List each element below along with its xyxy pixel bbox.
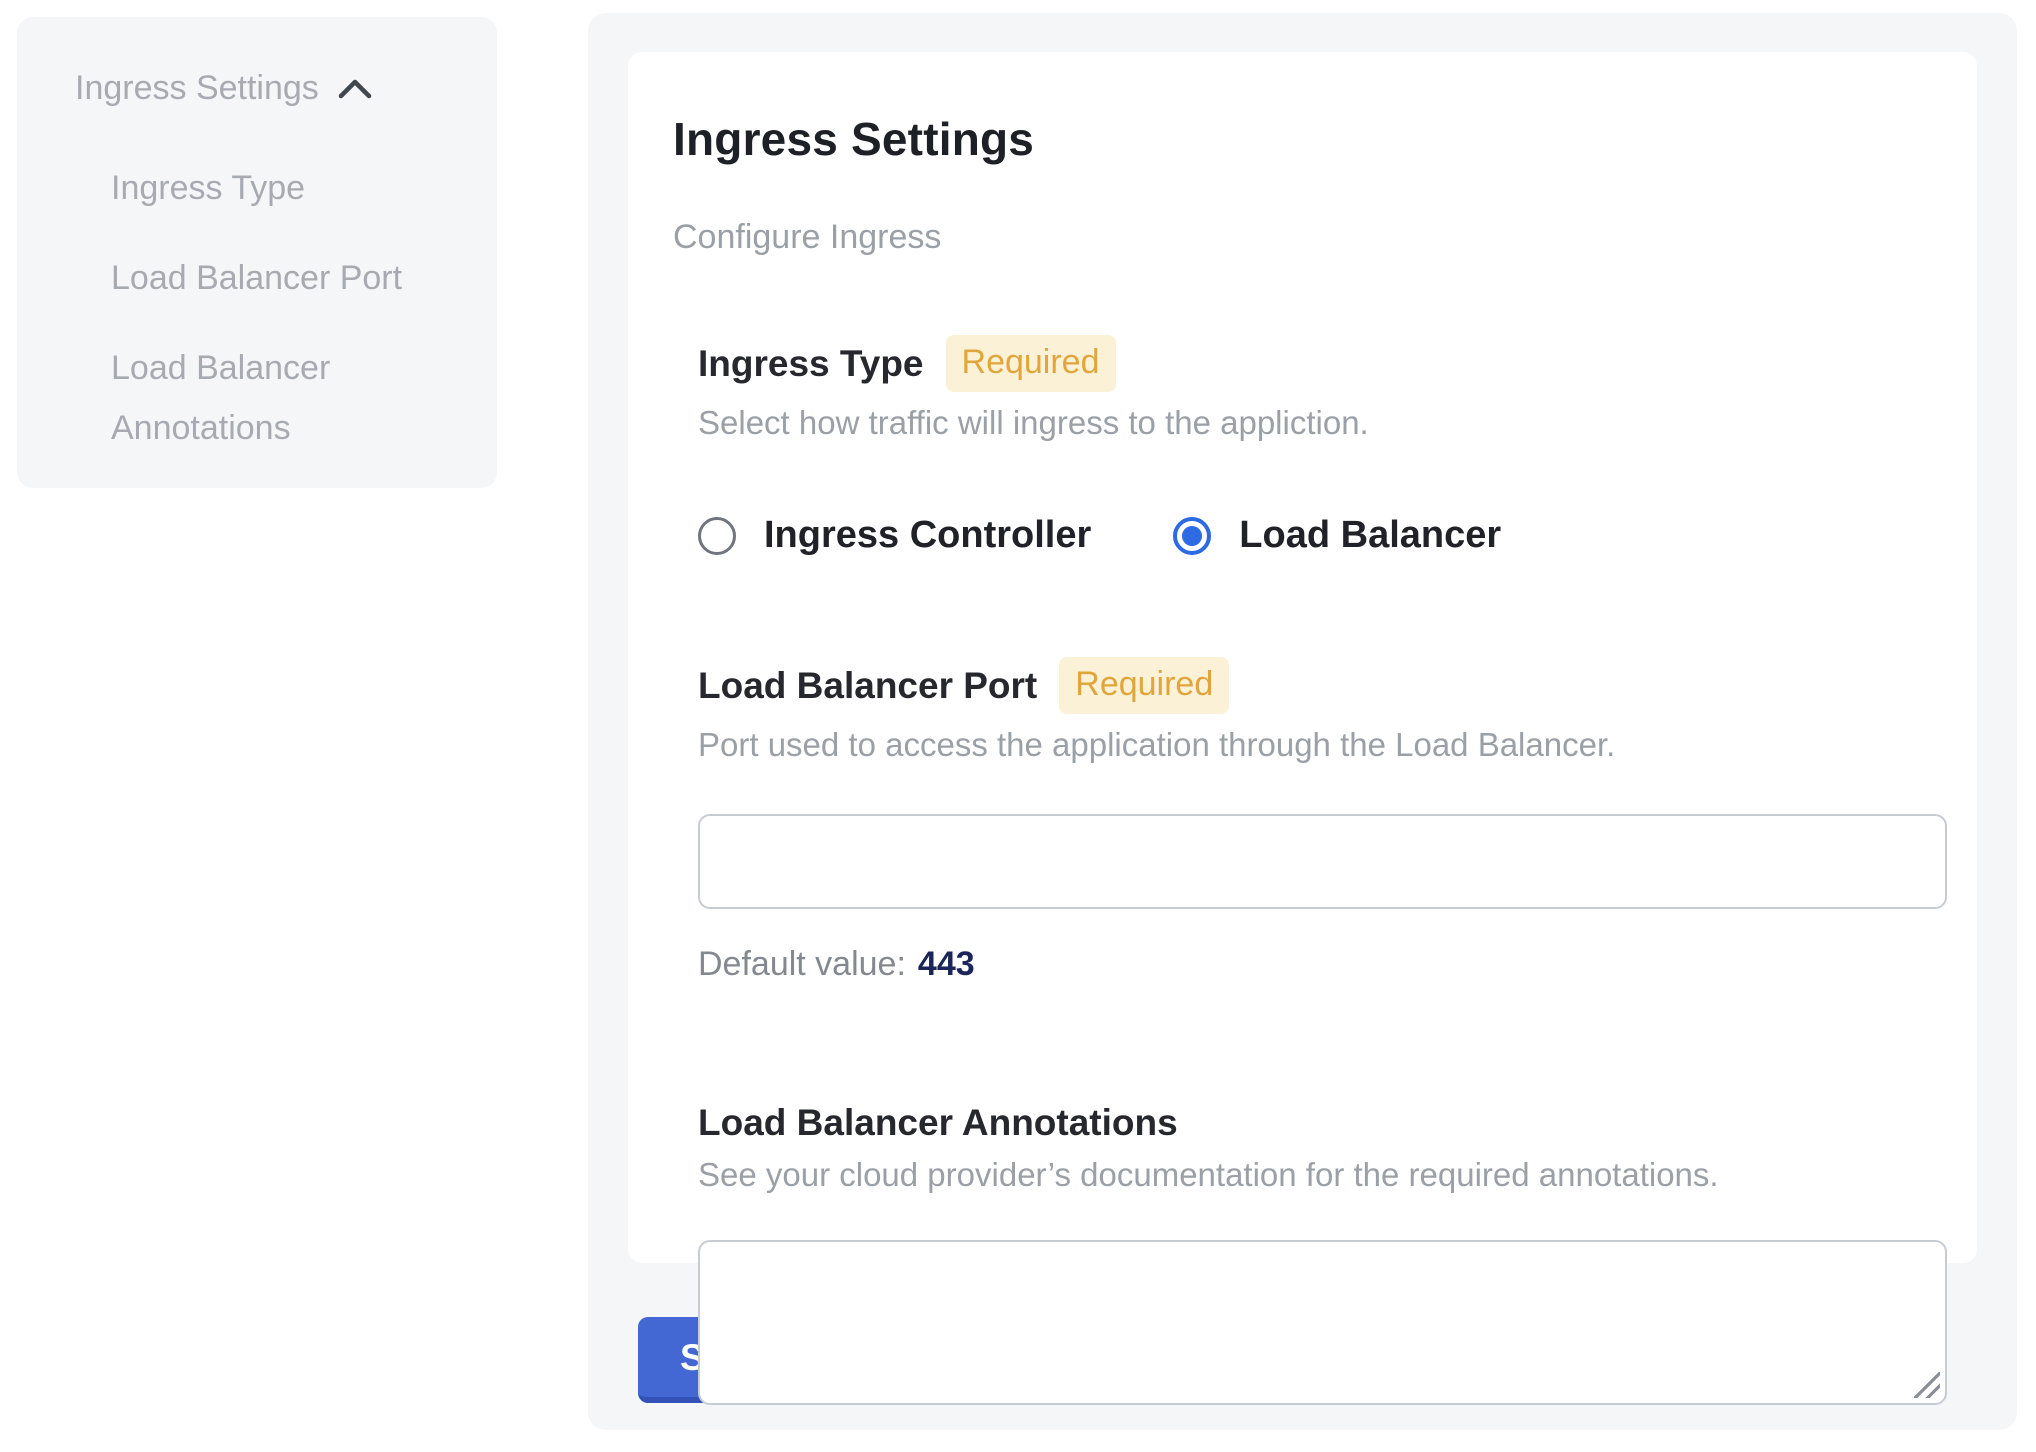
default-value-label: Default value: — [698, 945, 906, 984]
lb-port-input[interactable] — [698, 814, 1947, 909]
lb-annotations-label-row: Load Balancer Annotations — [698, 1102, 1927, 1144]
radio-option-ingress-controller[interactable]: Ingress Controller — [698, 514, 1091, 557]
resize-handle-icon[interactable] — [1914, 1372, 1940, 1398]
sidebar-group-label: Ingress Settings — [75, 69, 319, 108]
required-badge: Required — [946, 335, 1116, 392]
sidebar-item-list: Ingress Type Load Balancer Port Load Bal… — [75, 158, 457, 458]
lb-port-label: Load Balancer Port — [698, 665, 1037, 707]
radio-option-load-balancer[interactable]: Load Balancer — [1173, 514, 1501, 557]
lb-port-default-line: Default value: 443 — [698, 945, 1927, 984]
sidebar-item-load-balancer-port[interactable]: Load Balancer Port — [75, 248, 457, 308]
lb-annotations-description: See your cloud provider’s documentation … — [698, 1156, 1927, 1194]
required-badge: Required — [1059, 657, 1229, 714]
lb-annotations-textarea[interactable] — [698, 1240, 1947, 1405]
form-sections: Ingress Type Required Select how traffic… — [698, 335, 1927, 1405]
section-ingress-type: Ingress Type Required Select how traffic… — [698, 335, 1927, 557]
ingress-type-label: Ingress Type — [698, 343, 924, 385]
radio-unselected-icon[interactable] — [698, 517, 736, 555]
sidebar-group-ingress-settings[interactable]: Ingress Settings — [75, 69, 457, 108]
sidebar-item-ingress-type[interactable]: Ingress Type — [75, 158, 457, 218]
ingress-type-description: Select how traffic will ingress to the a… — [698, 404, 1927, 442]
ingress-type-label-row: Ingress Type Required — [698, 335, 1927, 392]
settings-nav-sidebar: Ingress Settings Ingress Type Load Balan… — [17, 17, 497, 488]
default-value: 443 — [918, 945, 975, 984]
radio-label-ingress-controller: Ingress Controller — [764, 514, 1091, 557]
ingress-type-radio-group: Ingress Controller Load Balancer — [698, 514, 1927, 557]
lb-port-description: Port used to access the application thro… — [698, 726, 1927, 764]
chevron-up-icon[interactable] — [337, 78, 373, 100]
sidebar-item-load-balancer-annotations[interactable]: Load Balancer Annotations — [75, 338, 457, 458]
radio-dot — [1182, 526, 1202, 546]
ingress-settings-card: Ingress Settings Configure Ingress Ingre… — [628, 52, 1977, 1263]
page-title: Ingress Settings — [673, 112, 1927, 166]
lb-annotations-textarea-wrap — [698, 1240, 1947, 1405]
lb-port-label-row: Load Balancer Port Required — [698, 657, 1927, 714]
radio-label-load-balancer: Load Balancer — [1239, 514, 1501, 557]
section-load-balancer-annotations: Load Balancer Annotations See your cloud… — [698, 1102, 1927, 1405]
radio-selected-icon[interactable] — [1173, 517, 1211, 555]
section-load-balancer-port: Load Balancer Port Required Port used to… — [698, 657, 1927, 984]
main-panel: Ingress Settings Configure Ingress Ingre… — [588, 13, 2017, 1430]
page-subtitle: Configure Ingress — [673, 218, 1927, 257]
lb-annotations-label: Load Balancer Annotations — [698, 1102, 1178, 1144]
